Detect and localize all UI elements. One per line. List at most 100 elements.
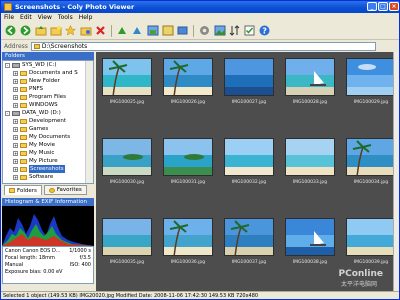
expand-icon[interactable]: + bbox=[13, 118, 18, 124]
menu-edit[interactable]: Edit bbox=[20, 13, 32, 22]
menu-file[interactable]: File bbox=[4, 13, 14, 22]
thumbnail-item[interactable]: IMG100038.jpg bbox=[279, 212, 341, 276]
thumbnail-image[interactable] bbox=[163, 58, 213, 96]
sort-icon[interactable] bbox=[228, 24, 241, 37]
expand-icon[interactable]: + bbox=[13, 142, 18, 148]
thumbnail-item[interactable]: IMG100039.jpg bbox=[340, 212, 399, 276]
tree-item[interactable]: - SYS_WD (C:) bbox=[3, 61, 93, 69]
folder-star-icon[interactable] bbox=[79, 24, 92, 37]
title-bar[interactable]: Screenshots - Coly Photo Viewer _ □ × bbox=[1, 1, 399, 13]
slideshow-icon[interactable] bbox=[146, 24, 159, 37]
thumbnail-item[interactable]: IMG100027.jpg bbox=[218, 52, 280, 116]
back-icon[interactable] bbox=[4, 24, 17, 37]
tree-item[interactable]: + Program Files bbox=[3, 93, 93, 101]
thumbnail-image[interactable] bbox=[285, 138, 335, 176]
thumbnail-item[interactable]: IMG100033.jpg bbox=[279, 132, 341, 196]
thumbnail-item[interactable]: IMG100035.jpg bbox=[96, 212, 158, 276]
forward-icon[interactable] bbox=[19, 24, 32, 37]
tree-item[interactable]: + Documents and S bbox=[3, 69, 93, 77]
menu-tools[interactable]: Tools bbox=[58, 13, 73, 22]
thumbnail-image[interactable] bbox=[102, 58, 152, 96]
thumbnail-item[interactable]: IMG100029.jpg bbox=[340, 52, 399, 116]
rotate-right-icon[interactable] bbox=[131, 24, 144, 37]
expand-icon[interactable]: + bbox=[13, 150, 18, 156]
address-value: D:\Screenshots bbox=[41, 42, 88, 50]
fullscreen-icon[interactable] bbox=[161, 24, 174, 37]
thumbnail-item[interactable]: IMG100030.jpg bbox=[96, 132, 158, 196]
thumbnail-item[interactable]: IMG100026.jpg bbox=[157, 52, 219, 116]
tree-item-label: Games bbox=[29, 126, 49, 132]
thumbnail-item[interactable]: IMG100037.jpg bbox=[218, 212, 280, 276]
zoom-icon[interactable] bbox=[176, 24, 189, 37]
thumbnail-image[interactable] bbox=[102, 218, 152, 256]
apply-icon[interactable] bbox=[243, 24, 256, 37]
address-input[interactable]: D:\Screenshots bbox=[30, 41, 376, 51]
collapse-icon[interactable]: - bbox=[5, 62, 10, 68]
expand-icon[interactable]: + bbox=[13, 134, 18, 140]
thumbnail-image[interactable] bbox=[346, 58, 396, 96]
tree-item[interactable]: - DATA_WD (D:) bbox=[3, 109, 93, 117]
collapse-icon[interactable]: - bbox=[5, 110, 10, 116]
tree-item[interactable]: + WINDOWS bbox=[3, 101, 93, 109]
tree-item[interactable]: + New Folder bbox=[3, 77, 93, 85]
expand-icon[interactable]: + bbox=[13, 158, 18, 164]
close-button[interactable]: × bbox=[389, 2, 399, 11]
tree-item[interactable]: + My Movie bbox=[3, 141, 93, 149]
thumbnail-image[interactable] bbox=[285, 218, 335, 256]
thumbnail-image[interactable] bbox=[224, 218, 274, 256]
exif-info: Canon Canon EOS D... 1/1000 s Focal lengt… bbox=[2, 246, 94, 284]
tree-item[interactable]: + Screenshots bbox=[3, 165, 93, 173]
thumbnail-item[interactable]: IMG100034.jpg bbox=[340, 132, 399, 196]
folder-tree[interactable]: - SYS_WD (C:) + Documents and S + New Folder +… bbox=[2, 60, 94, 184]
folder-icon bbox=[20, 142, 27, 148]
thumbnail-image[interactable] bbox=[163, 218, 213, 256]
expand-icon[interactable]: + bbox=[13, 102, 18, 108]
thumbnail-item[interactable]: IMG100025.jpg bbox=[96, 52, 158, 116]
folder-icon bbox=[20, 102, 27, 108]
tree-item-label: Program Files bbox=[29, 94, 67, 100]
tree-item[interactable]: + PNFS bbox=[3, 85, 93, 93]
grid-scrollbar[interactable] bbox=[393, 52, 399, 291]
thumbnail-item[interactable]: IMG100031.jpg bbox=[157, 132, 219, 196]
tab-favorites[interactable]: Favorites bbox=[43, 185, 87, 195]
delete-icon[interactable] bbox=[94, 24, 107, 37]
thumbnail-image[interactable] bbox=[346, 138, 396, 176]
thumbnail-image[interactable] bbox=[224, 58, 274, 96]
thumbnail-image[interactable] bbox=[224, 138, 274, 176]
expand-icon[interactable]: + bbox=[13, 126, 18, 132]
tree-item[interactable]: + Development bbox=[3, 117, 93, 125]
thumbnail-image[interactable] bbox=[285, 58, 335, 96]
maximize-button[interactable]: □ bbox=[378, 2, 388, 11]
exif-focal: Focal length: 18mm bbox=[5, 255, 55, 261]
expand-icon[interactable]: + bbox=[13, 94, 18, 100]
tree-item[interactable]: + My Documents bbox=[3, 133, 93, 141]
thumbnail-image[interactable] bbox=[163, 138, 213, 176]
tree-item[interactable]: + Software bbox=[3, 173, 93, 181]
expand-icon[interactable]: + bbox=[13, 70, 18, 76]
expand-icon[interactable]: + bbox=[13, 86, 18, 92]
expand-icon[interactable]: + bbox=[13, 166, 18, 172]
thumbnail-item[interactable]: IMG100032.jpg bbox=[218, 132, 280, 196]
expand-icon[interactable]: + bbox=[13, 174, 18, 180]
view-mode-icon[interactable] bbox=[213, 24, 226, 37]
thumbnail-item[interactable]: IMG100028.jpg bbox=[279, 52, 341, 116]
menu-help[interactable]: Help bbox=[79, 13, 93, 22]
minimize-button[interactable]: _ bbox=[367, 2, 377, 11]
thumbnail-image[interactable] bbox=[346, 218, 396, 256]
tree-item[interactable]: + Games bbox=[3, 125, 93, 133]
favorite-star-icon[interactable] bbox=[64, 24, 77, 37]
tab-folders[interactable]: Folders bbox=[4, 185, 42, 195]
thumbnail-grid[interactable]: IMG100039.jpg IMG100038.jpg IMG100037.jpg I… bbox=[96, 52, 399, 291]
tree-item[interactable]: + My Picture bbox=[3, 157, 93, 165]
help-icon[interactable]: ? bbox=[258, 24, 271, 37]
thumbnail-image[interactable] bbox=[102, 138, 152, 176]
tree-item[interactable]: + My Music bbox=[3, 149, 93, 157]
up-folder-icon[interactable] bbox=[34, 24, 47, 37]
menu-view[interactable]: View bbox=[38, 13, 52, 22]
new-folder-icon[interactable] bbox=[49, 24, 62, 37]
settings-icon[interactable] bbox=[198, 24, 211, 37]
tree-scrollbar[interactable] bbox=[85, 61, 93, 183]
expand-icon[interactable]: + bbox=[13, 78, 18, 84]
thumbnail-item[interactable]: IMG100036.jpg bbox=[157, 212, 219, 276]
rotate-left-icon[interactable] bbox=[116, 24, 129, 37]
